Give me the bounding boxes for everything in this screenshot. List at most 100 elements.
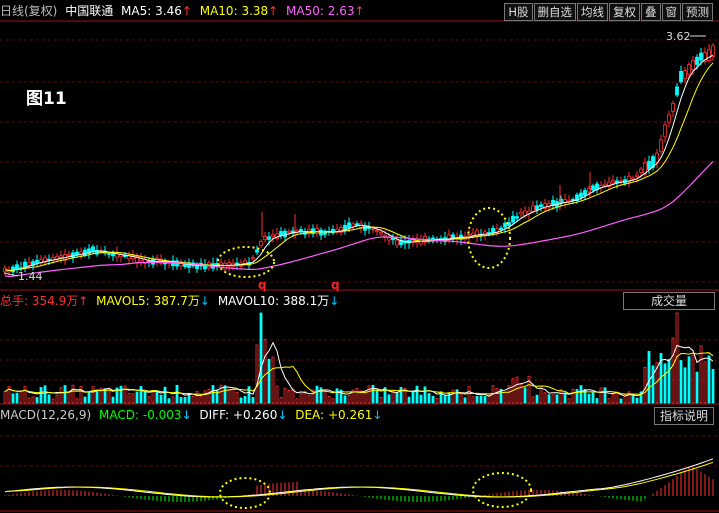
volume-bar bbox=[231, 388, 235, 404]
volume-bar bbox=[199, 395, 203, 404]
candle bbox=[611, 180, 615, 184]
volume-bar bbox=[75, 398, 79, 404]
candle bbox=[15, 264, 19, 270]
candle bbox=[263, 235, 267, 240]
diff-line bbox=[4, 458, 714, 498]
volume-bar bbox=[31, 396, 35, 404]
volume-bar bbox=[23, 385, 27, 404]
volume-bar bbox=[11, 393, 15, 404]
candle bbox=[515, 216, 519, 219]
macd-readout: MACD: -0.003↓ bbox=[98, 408, 192, 422]
volume-bar bbox=[703, 361, 707, 404]
candle bbox=[67, 253, 71, 256]
volume-bar bbox=[631, 394, 635, 404]
mavol10-line bbox=[4, 352, 714, 396]
candle bbox=[707, 49, 711, 61]
candle bbox=[695, 56, 699, 65]
volume-bar bbox=[143, 391, 147, 404]
candle bbox=[519, 211, 523, 215]
total-volume-readout: 总手: 354.9万↑ bbox=[0, 294, 89, 308]
indicator-help-button[interactable]: 指标说明 bbox=[654, 407, 714, 425]
volume-bar bbox=[323, 389, 327, 404]
volume-bar bbox=[399, 386, 403, 404]
volume-bar bbox=[451, 389, 455, 404]
volume-bar bbox=[79, 385, 83, 404]
volume-bar bbox=[59, 387, 63, 404]
stock-chart-canvas[interactable]: 3.62 1.44 bbox=[0, 0, 719, 513]
volume-bar bbox=[443, 395, 447, 404]
h-share-button[interactable]: H股 bbox=[504, 3, 533, 21]
candle bbox=[83, 249, 87, 256]
volume-bar bbox=[671, 337, 675, 404]
indicator-header: 日线(复权) 中国联通 MA5: 3.46↑ MA10: 3.38↑ MA50:… bbox=[0, 2, 369, 20]
dea-readout: DEA: +0.261↓ bbox=[295, 408, 383, 422]
volume-bar bbox=[147, 396, 151, 404]
volume-bar bbox=[515, 376, 519, 404]
moving-average-button[interactable]: 均线 bbox=[577, 3, 608, 21]
volume-bar bbox=[295, 398, 299, 404]
volume-bar bbox=[543, 392, 547, 404]
volume-bar bbox=[135, 391, 139, 404]
volume-bar bbox=[315, 385, 319, 404]
signal-marker: q bbox=[331, 278, 340, 292]
candle bbox=[243, 260, 247, 264]
volume-bar bbox=[419, 394, 423, 404]
volume-bar bbox=[555, 394, 559, 404]
volume-bar bbox=[327, 396, 331, 404]
adjust-price-button[interactable]: 复权 bbox=[609, 3, 640, 21]
volume-bar bbox=[547, 394, 551, 404]
remove-watchlist-button[interactable]: 删自选 bbox=[533, 3, 576, 21]
candle bbox=[319, 229, 323, 236]
overlay-button[interactable]: 叠 bbox=[641, 3, 661, 21]
volume-bar bbox=[467, 386, 471, 404]
volume-bar bbox=[571, 388, 575, 404]
volume-bar bbox=[563, 392, 567, 404]
candle bbox=[279, 231, 283, 236]
candle bbox=[287, 230, 291, 233]
candle bbox=[511, 215, 515, 223]
volume-bar bbox=[435, 398, 439, 404]
volume-bar bbox=[699, 345, 703, 404]
volume-header: 总手: 354.9万↑ MAVOL5: 387.7万↓ MAVOL10: 388… bbox=[0, 292, 343, 310]
mavol5-line bbox=[4, 341, 714, 397]
candle bbox=[59, 255, 63, 258]
candle bbox=[259, 241, 263, 247]
candle bbox=[671, 103, 675, 112]
candle bbox=[647, 160, 651, 170]
volume-bar bbox=[667, 358, 671, 404]
volume-bar bbox=[119, 385, 123, 404]
volume-bar bbox=[611, 393, 615, 404]
toolbar-buttons: H股 删自选 均线 复权 叠 窗 预测 bbox=[503, 3, 713, 21]
ma5-line bbox=[4, 54, 714, 272]
volume-indicator-dropdown[interactable]: 成交量 bbox=[623, 292, 715, 310]
volume-bar bbox=[367, 385, 371, 404]
volume-bar bbox=[55, 394, 59, 404]
candle bbox=[375, 230, 379, 232]
volume-bar bbox=[71, 384, 75, 404]
window-button[interactable]: 窗 bbox=[661, 3, 681, 21]
candle bbox=[679, 70, 683, 83]
volume-bar bbox=[223, 385, 227, 404]
volume-bar bbox=[335, 388, 339, 404]
volume-bar bbox=[331, 398, 335, 404]
volume-bar bbox=[3, 391, 7, 404]
volume-bar bbox=[687, 356, 691, 404]
volume-bar bbox=[131, 393, 135, 404]
highlight-circle bbox=[219, 477, 271, 509]
volume-bar bbox=[83, 396, 87, 404]
candle bbox=[583, 190, 587, 196]
volume-bar bbox=[595, 398, 599, 404]
volume-bar bbox=[479, 395, 483, 404]
volume-bar bbox=[587, 393, 591, 404]
volume-bar bbox=[471, 396, 475, 404]
volume-bar bbox=[175, 384, 179, 404]
forecast-button[interactable]: 预测 bbox=[682, 3, 713, 21]
candlestick-series bbox=[3, 43, 715, 276]
figure-label: 图11 bbox=[26, 89, 67, 109]
volume-bar bbox=[187, 394, 191, 404]
volume-bar bbox=[19, 390, 23, 404]
dea-line bbox=[4, 461, 714, 498]
volume-bar bbox=[215, 389, 219, 404]
volume-bar bbox=[287, 389, 291, 404]
candle bbox=[659, 139, 663, 152]
